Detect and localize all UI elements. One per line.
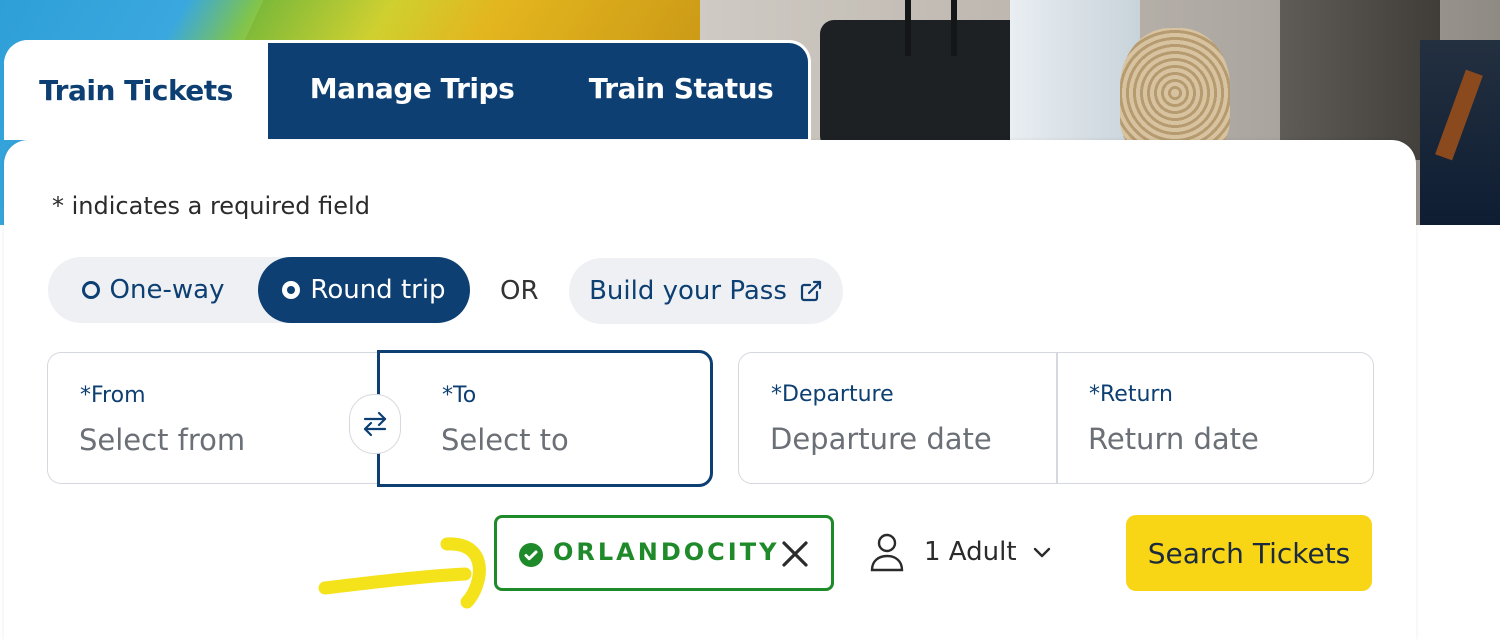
tab-train-status[interactable]: Train Status — [556, 40, 806, 136]
build-pass-button[interactable]: Build your Pass — [569, 258, 843, 324]
close-icon[interactable] — [779, 538, 811, 570]
radio-unselected-icon — [81, 281, 100, 299]
to-placeholder: Select to — [441, 423, 569, 457]
tab-train-tickets[interactable]: Train Tickets — [4, 40, 268, 140]
from-label: *From — [80, 383, 146, 408]
from-field[interactable]: *From Select from — [47, 352, 397, 484]
external-link-icon — [800, 280, 821, 302]
radio-selected-icon — [282, 281, 301, 299]
round-trip-label: Round trip — [310, 275, 446, 305]
promo-code-chip: ORLANDOCITY — [494, 515, 834, 591]
departure-field[interactable]: *Departure Departure date — [740, 354, 1054, 482]
to-field[interactable]: *To Select to — [377, 350, 713, 487]
return-placeholder: Return date — [1088, 422, 1259, 456]
build-pass-label: Build your Pass — [589, 276, 787, 306]
swap-stations-button[interactable] — [349, 394, 401, 454]
check-circle-icon — [519, 543, 543, 567]
swap-icon — [363, 411, 387, 437]
departure-placeholder: Departure date — [770, 422, 992, 456]
required-field-note: * indicates a required field — [52, 192, 370, 220]
passenger-selector[interactable]: 1 Adult — [870, 530, 1051, 574]
chevron-down-icon — [1033, 547, 1050, 558]
return-label: *Return — [1089, 382, 1174, 407]
trip-type-toggle: One-way Round trip — [48, 257, 470, 323]
return-field[interactable]: *Return Return date — [1058, 354, 1372, 482]
one-way-label: One-way — [109, 275, 225, 305]
person-icon — [870, 533, 904, 572]
promo-code-text: ORLANDOCITY — [553, 538, 780, 566]
to-label: *To — [442, 383, 477, 408]
tab-manage-trips[interactable]: Manage Trips — [268, 40, 556, 136]
round-trip-option[interactable]: Round trip — [258, 257, 470, 323]
one-way-option[interactable]: One-way — [48, 257, 258, 323]
passenger-count: 1 Adult — [924, 537, 1017, 567]
or-separator: OR — [500, 276, 539, 306]
from-placeholder: Select from — [79, 423, 246, 457]
tab-train-tickets-label: Train Tickets — [39, 73, 233, 107]
search-tickets-button[interactable]: Search Tickets — [1126, 515, 1372, 591]
departure-label: *Departure — [771, 382, 894, 407]
